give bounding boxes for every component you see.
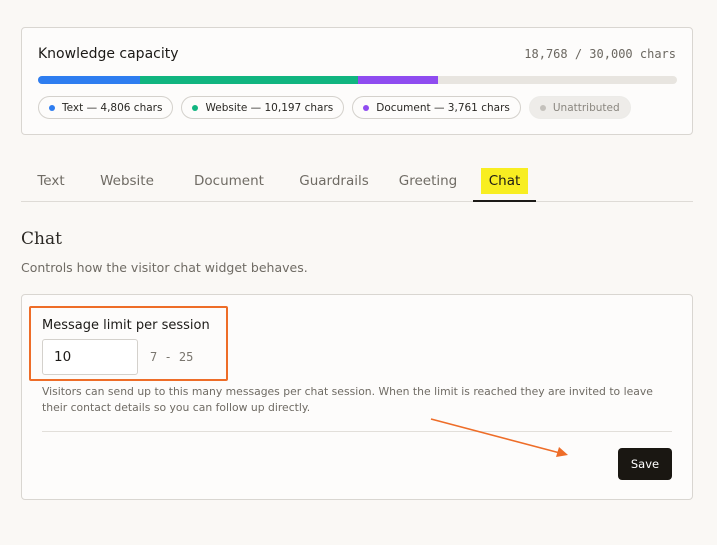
tab-document[interactable]: Document	[173, 161, 285, 201]
tab-text[interactable]: Text	[21, 161, 81, 201]
tab-guardrails[interactable]: Guardrails	[285, 161, 383, 201]
chip-website: Website — 10,197 chars	[181, 96, 345, 119]
dot-icon	[539, 104, 546, 111]
message-limit-input[interactable]	[42, 339, 138, 375]
capacity-count: 18,768 / 30,000 chars	[524, 47, 676, 61]
chip-document: Document — 3,761 chars	[352, 96, 521, 119]
chip-label: Document — 3,761 chars	[376, 101, 510, 114]
chip-unattributed: Unattributed	[528, 96, 631, 119]
tab-website[interactable]: Website	[81, 161, 173, 201]
settings-tabs: Text Website Document Guardrails Greetin…	[21, 161, 693, 202]
chip-text: Text — 4,806 chars	[38, 96, 174, 119]
message-limit-range: 7 - 25	[150, 350, 194, 364]
capacity-progress-bar	[38, 76, 677, 84]
message-limit-label: Message limit per session	[42, 318, 210, 333]
chip-label: Website — 10,197 chars	[205, 101, 334, 114]
message-limit-help: Visitors can send up to this many messag…	[42, 385, 653, 414]
capacity-segment-document	[357, 76, 438, 84]
capacity-segment-website	[140, 76, 358, 84]
chip-label: Text — 4,806 chars	[62, 101, 163, 114]
section-description: Controls how the visitor chat widget beh…	[21, 260, 308, 275]
section-title: Chat	[21, 229, 62, 249]
tab-greeting[interactable]: Greeting	[383, 161, 473, 201]
card-divider	[42, 431, 672, 432]
capacity-legend: Text — 4,806 chars Website — 10,197 char…	[38, 96, 631, 119]
capacity-segment-text	[38, 76, 141, 84]
dot-icon	[363, 104, 370, 111]
save-button[interactable]: Save	[618, 448, 672, 480]
capacity-title: Knowledge capacity	[38, 46, 179, 62]
knowledge-capacity-card: Knowledge capacity 18,768 / 30,000 chars…	[21, 27, 693, 135]
chip-label: Unattributed	[552, 101, 620, 114]
dot-icon	[49, 104, 55, 111]
tab-chat[interactable]: Chat	[473, 161, 536, 202]
dot-icon	[192, 104, 199, 111]
